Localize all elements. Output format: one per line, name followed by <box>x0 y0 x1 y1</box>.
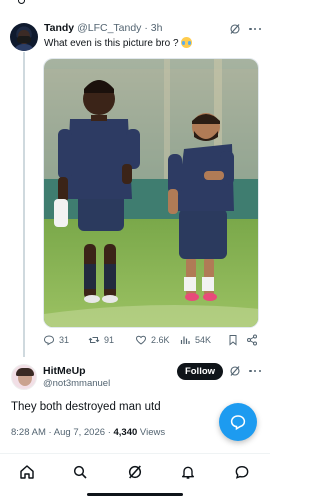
tweet-time[interactable]: 3h <box>151 22 163 34</box>
notifications-icon[interactable] <box>180 464 196 480</box>
reply-count: 31 <box>59 335 70 345</box>
author-handle[interactable]: @not3mmanuel <box>43 378 110 389</box>
views-count: 54K <box>195 335 212 345</box>
bottom-nav <box>0 454 270 490</box>
grok-icon[interactable] <box>127 464 143 480</box>
tweet-photo[interactable] <box>43 58 259 328</box>
more-options-icon[interactable] <box>249 369 261 373</box>
heart-icon <box>135 335 147 345</box>
crying-emoji-icon <box>181 37 193 48</box>
reply-meta: 8:28 AM · Aug 7, 2026 · 4,340 Views <box>11 427 165 438</box>
home-icon[interactable] <box>19 464 35 480</box>
tweet-text: What even is this picture bro ? <box>44 37 193 49</box>
reply-button[interactable]: 31 <box>43 334 69 346</box>
reply-icon <box>43 335 55 346</box>
reply-bubble-icon <box>230 415 246 431</box>
repost-icon <box>88 337 100 343</box>
reply-text: They both destroyed man utd <box>11 401 161 413</box>
like-count: 2.6K <box>151 335 170 345</box>
tweet-text-body: What even is this picture bro ? <box>44 38 179 49</box>
photo-image <box>44 59 258 327</box>
share-icon <box>247 334 257 346</box>
grok-icon[interactable] <box>229 365 241 377</box>
views-button[interactable]: 54K <box>179 334 211 346</box>
top-partial-row <box>18 0 58 6</box>
like-button[interactable]: 2.6K <box>135 334 170 346</box>
meta-separator: · <box>48 427 52 438</box>
thread-connector-line <box>23 52 25 357</box>
follow-button[interactable]: Follow <box>177 363 223 380</box>
grok-icon[interactable] <box>229 23 241 35</box>
author-name[interactable]: HitMeUp <box>43 365 86 377</box>
bookmark-button[interactable] <box>227 334 239 346</box>
more-options-icon[interactable] <box>249 27 261 31</box>
messages-icon[interactable] <box>234 464 250 480</box>
author-name[interactable]: Tandy <box>44 22 74 34</box>
avatar[interactable] <box>10 23 38 51</box>
search-icon[interactable] <box>72 464 88 480</box>
author-handle[interactable]: @LFC_Tandy <box>77 22 141 34</box>
tweet-header: Tandy @LFC_Tandy · 3h <box>44 22 162 34</box>
compose-reply-button[interactable] <box>219 403 257 441</box>
tweet-actions: 31 91 2.6K 54K <box>43 334 265 348</box>
reply-date: Aug 7, 2026 <box>53 427 106 438</box>
avatar[interactable] <box>11 364 37 390</box>
meta-separator: · <box>144 22 148 34</box>
views-chart-icon <box>180 336 190 344</box>
repost-button[interactable]: 91 <box>88 334 114 346</box>
home-indicator <box>87 493 183 496</box>
share-button[interactable] <box>246 334 258 346</box>
reply-views-count: 4,340 <box>113 427 138 438</box>
reply-views-label: Views <box>139 427 166 438</box>
reply-time: 8:28 AM <box>11 427 46 438</box>
meta-separator: · <box>107 427 111 438</box>
bookmark-icon <box>229 335 237 346</box>
repost-count: 91 <box>104 335 115 345</box>
